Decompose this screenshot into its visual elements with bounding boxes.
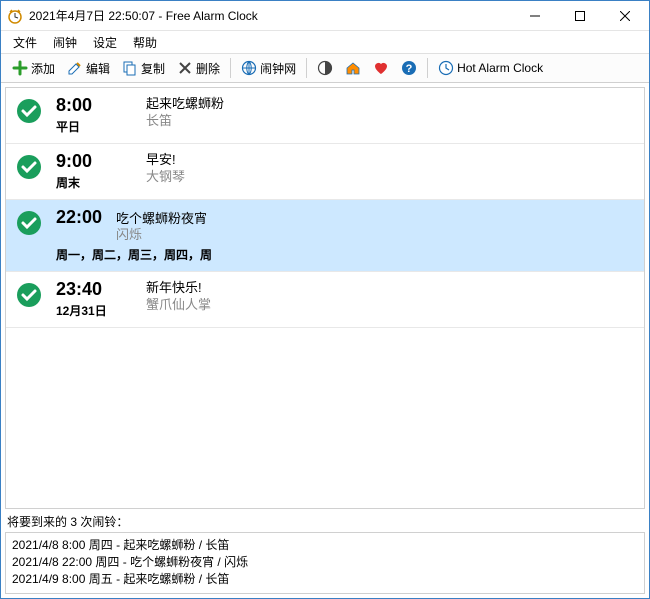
delete-button[interactable]: 删除 <box>172 57 225 80</box>
menu-settings[interactable]: 设定 <box>85 32 125 53</box>
home-icon <box>345 60 361 76</box>
toolbar-separator <box>306 58 307 78</box>
alarm-sound: 大钢琴 <box>146 169 634 186</box>
question-icon: ? <box>401 60 417 76</box>
alarm-sound: 闪烁 <box>116 227 207 244</box>
toolbar-separator <box>230 58 231 78</box>
alarm-time: 23:40 <box>56 280 146 300</box>
alarm-sound: 长笛 <box>146 113 634 130</box>
alarm-days: 12月31日 <box>56 302 146 319</box>
alarm-sound: 蟹爪仙人掌 <box>146 297 634 314</box>
hot-alarm-button[interactable]: Hot Alarm Clock <box>433 57 548 79</box>
contrast-button[interactable] <box>312 57 338 79</box>
alarm-days: 平日 <box>56 118 146 135</box>
alarm-time: 22:00 <box>56 208 102 228</box>
svg-text:?: ? <box>406 63 413 75</box>
check-icon[interactable] <box>16 154 42 180</box>
alarm-list[interactable]: 8:00 平日 起来吃螺蛳粉 长笛 9:00 周末 早安! 大钢琴 <box>5 87 645 509</box>
contrast-icon <box>317 60 333 76</box>
alarm-days: 周末 <box>56 174 146 191</box>
alarm-days: 周一，周二，周三，周四，周 <box>56 246 212 263</box>
copy-icon <box>122 60 138 76</box>
pencil-icon <box>67 60 83 76</box>
alarm-title: 吃个螺蛳粉夜宵 <box>116 211 207 228</box>
alarm-item[interactable]: 8:00 平日 起来吃螺蛳粉 长笛 <box>6 88 644 144</box>
menu-alarm[interactable]: 闹钟 <box>45 32 85 53</box>
check-icon[interactable] <box>16 282 42 308</box>
minimize-button[interactable] <box>512 1 557 30</box>
toolbar-separator <box>427 58 428 78</box>
upcoming-item: 2021/4/9 8:00 周五 - 起来吃螺蛳粉 / 长笛 <box>12 571 638 588</box>
window-controls <box>512 1 647 30</box>
app-window: 2021年4月7日 22:50:07 - Free Alarm Clock 文件… <box>0 0 650 599</box>
close-button[interactable] <box>602 1 647 30</box>
help-button[interactable]: ? <box>396 57 422 79</box>
maximize-button[interactable] <box>557 1 602 30</box>
alarm-item[interactable]: 9:00 周末 早安! 大钢琴 <box>6 144 644 200</box>
hot-label: Hot Alarm Clock <box>457 61 543 75</box>
titlebar: 2021年4月7日 22:50:07 - Free Alarm Clock <box>1 1 649 31</box>
heart-button[interactable] <box>368 57 394 79</box>
alarm-title: 新年快乐! <box>146 280 634 297</box>
check-icon[interactable] <box>16 210 42 236</box>
copy-label: 复制 <box>141 60 165 77</box>
upcoming-item: 2021/4/8 22:00 周四 - 吃个螺蛳粉夜宵 / 闪烁 <box>12 554 638 571</box>
menu-help[interactable]: 帮助 <box>125 32 165 53</box>
heart-icon <box>373 60 389 76</box>
alarm-title: 早安! <box>146 152 634 169</box>
clock-icon <box>438 60 454 76</box>
globe-icon <box>241 60 257 76</box>
copy-button[interactable]: 复制 <box>117 57 170 80</box>
alarm-item[interactable]: 23:40 12月31日 新年快乐! 蟹爪仙人掌 <box>6 272 644 328</box>
menu-file[interactable]: 文件 <box>5 32 45 53</box>
home-button[interactable] <box>340 57 366 79</box>
alarm-item-selected[interactable]: 22:00 吃个螺蛳粉夜宵 闪烁 周一，周二，周三，周四，周 <box>6 200 644 273</box>
edit-button[interactable]: 编辑 <box>62 57 115 80</box>
menubar: 文件 闹钟 设定 帮助 <box>1 31 649 53</box>
content-area: 8:00 平日 起来吃螺蛳粉 长笛 9:00 周末 早安! 大钢琴 <box>1 83 649 598</box>
upcoming-box[interactable]: 2021/4/8 8:00 周四 - 起来吃螺蛳粉 / 长笛 2021/4/8 … <box>5 532 645 594</box>
website-label: 闹钟网 <box>260 60 296 77</box>
delete-label: 删除 <box>196 60 220 77</box>
x-icon <box>177 60 193 76</box>
add-button[interactable]: 添加 <box>7 57 60 80</box>
edit-label: 编辑 <box>86 60 110 77</box>
check-icon[interactable] <box>16 98 42 124</box>
plus-icon <box>12 60 28 76</box>
upcoming-label: 将要到来的 3 次闹铃： <box>5 509 645 532</box>
app-icon <box>7 8 23 24</box>
toolbar: 添加 编辑 复制 删除 闹钟网 ? <box>1 53 649 83</box>
website-button[interactable]: 闹钟网 <box>236 57 301 80</box>
add-label: 添加 <box>31 60 55 77</box>
alarm-title: 起来吃螺蛳粉 <box>146 96 634 113</box>
window-title: 2021年4月7日 22:50:07 - Free Alarm Clock <box>29 7 512 24</box>
alarm-time: 9:00 <box>56 152 146 172</box>
alarm-time: 8:00 <box>56 96 146 116</box>
upcoming-item: 2021/4/8 8:00 周四 - 起来吃螺蛳粉 / 长笛 <box>12 537 638 554</box>
